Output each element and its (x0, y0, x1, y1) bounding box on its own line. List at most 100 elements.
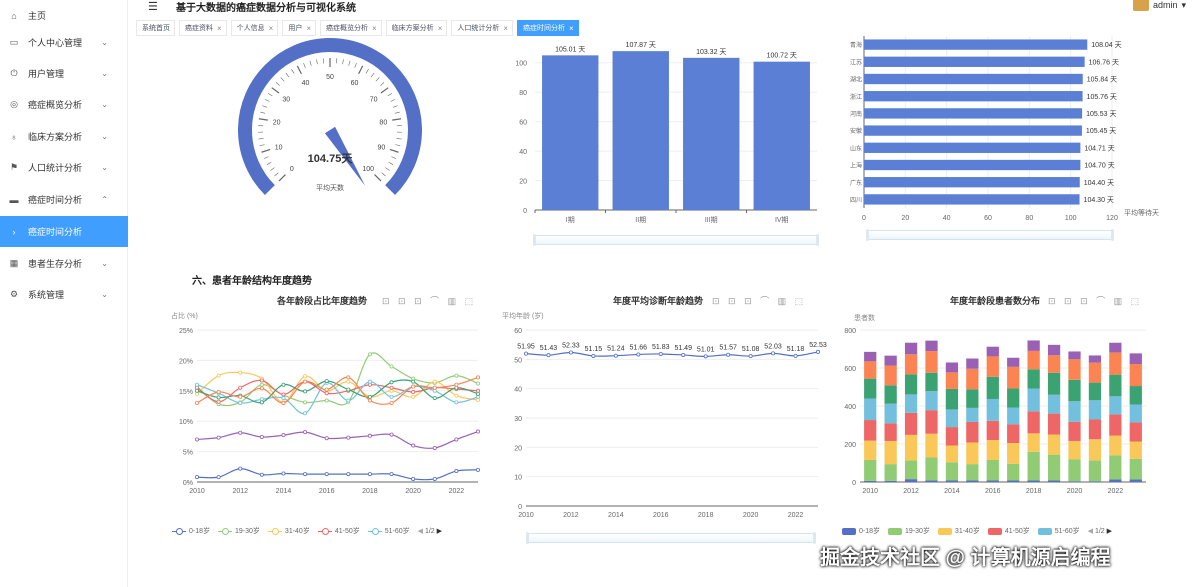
bar-segment (925, 480, 938, 482)
data-zoom-slider[interactable] (526, 532, 816, 544)
bar-segment (864, 440, 877, 460)
legend-item[interactable]: 41-50岁 (317, 526, 360, 536)
x-tick-label: III期 (705, 216, 718, 224)
bar-segment (1109, 352, 1122, 375)
gauge-tick (285, 72, 290, 78)
gauge-tick (388, 162, 394, 165)
legend-item[interactable]: 19-30岁 (888, 526, 930, 536)
data-point (324, 387, 329, 392)
bar-segment (1109, 342, 1122, 353)
bar-segment (1088, 481, 1102, 482)
x-tick-label: 2012 (232, 488, 248, 495)
gauge-title: 平均天数 (316, 183, 344, 192)
sidebar-item[interactable]: ⏻ 用户管理 ⌄ (0, 58, 128, 89)
region-bar-panel: 0 20 40 60 80 100 120 108.04 天 青海 106.76 天 江苏 105.8… (840, 36, 1180, 248)
x-tick-label: 2022 (788, 512, 804, 519)
menu-toggle-icon[interactable]: ☰ (148, 0, 158, 13)
bar-segment (1088, 355, 1102, 363)
sidebar-item[interactable]: ◎ 癌症概览分析 ⌄ (0, 89, 128, 120)
chart-toolbox[interactable]: ⊡ ⊡ ⊡ ⌒ ▥ ⬚ (712, 294, 806, 307)
legend-prev-icon[interactable]: ◀ (1088, 528, 1095, 535)
sidebar-item-label: 个人中心管理 (28, 38, 83, 48)
legend-item[interactable]: 51-60岁 (1037, 526, 1080, 536)
chart-title: 各年龄段占比年度趋势 (277, 296, 368, 306)
legend-item[interactable]: 0-18岁 (842, 526, 880, 536)
legend-marker (267, 527, 282, 535)
data-point (367, 398, 372, 403)
bar-segment (925, 457, 938, 481)
close-icon[interactable]: × (438, 24, 443, 33)
y-tick-label: 河南 (850, 110, 862, 118)
sidebar-item[interactable]: ▬ 癌症时间分析 ⌃ (0, 184, 128, 215)
legend-marker (987, 527, 1002, 535)
gauge-tick-label: 80 (379, 120, 387, 127)
legend-item[interactable]: 19-30岁 (218, 526, 260, 536)
bar-segment (1027, 451, 1040, 481)
chevron-icon: ⌄ (101, 100, 108, 109)
tab[interactable]: 癌症概览分析 × (320, 20, 382, 36)
legend-pager[interactable]: ◀ 1/2 ▶ (418, 527, 442, 535)
legend-item[interactable]: 31-40岁 (267, 526, 310, 536)
close-icon[interactable]: × (372, 24, 377, 33)
gauge-tick (354, 62, 357, 68)
tab[interactable]: 癌症时间分析 × (517, 20, 579, 36)
gauge-tick (278, 174, 286, 182)
data-point (281, 382, 286, 387)
bar-label: 103.32 天 (696, 48, 726, 56)
tab[interactable]: 人口统计分析 × (451, 20, 514, 36)
data-point (546, 353, 551, 358)
close-icon[interactable]: × (217, 24, 222, 33)
data-point (389, 364, 394, 369)
y-tick-label: 10% (179, 419, 193, 426)
sidebar-item[interactable]: ⚑ 人口统计分析 ⌄ (0, 152, 128, 183)
sidebar-item[interactable]: ♁ 临床方案分析 ⌄ (0, 121, 128, 152)
close-icon[interactable]: × (306, 24, 311, 33)
bar-segment (1109, 435, 1122, 456)
legend-prev-icon[interactable]: ◀ (418, 528, 425, 535)
legend-item[interactable]: 51-60岁 (367, 526, 410, 536)
tab[interactable]: 癌症资料 × (179, 20, 227, 36)
gauge-tick (392, 118, 402, 121)
sidebar-item-label: 患者生存分析 (28, 259, 83, 269)
bar-segment (1088, 362, 1102, 383)
tab[interactable]: 个人信息 × (230, 20, 279, 36)
bar-segment (1088, 460, 1102, 482)
user-menu[interactable]: admin ▾ (1132, 0, 1186, 11)
tab[interactable]: 临床方案分析 × (385, 20, 448, 36)
close-icon[interactable]: × (503, 24, 508, 33)
data-zoom-slider[interactable] (866, 229, 1114, 241)
chart-toolbox[interactable]: ⊡ ⊡ ⊡ ⌒ ▥ ⬚ (1048, 294, 1142, 307)
tab[interactable]: 系统首页 (136, 20, 175, 36)
gauge-tick (394, 111, 400, 114)
sidebar-item[interactable]: › 癌症时间分析 (0, 216, 128, 247)
legend-item[interactable]: 41-50岁 (987, 526, 1030, 536)
sidebar-item[interactable]: ▭ 个人中心管理 ⌄ (0, 27, 128, 58)
y-tick-label: 浙江 (850, 93, 862, 101)
legend-next-icon[interactable]: ▶ (435, 528, 442, 535)
gauge-tick (271, 87, 280, 94)
close-icon[interactable]: × (269, 24, 274, 33)
data-point (411, 476, 416, 481)
sidebar-item[interactable]: ⚙ 系统管理 ⌄ (0, 279, 128, 310)
legend-pager[interactable]: ◀ 1/2 ▶ (1088, 527, 1112, 535)
data-point (568, 350, 573, 355)
bar-segment (1007, 366, 1020, 389)
x-tick-label: 2018 (1026, 488, 1042, 495)
gauge-tick-label: 20 (273, 120, 281, 127)
bar-segment (1027, 340, 1040, 351)
legend-item[interactable]: 0-18岁 (172, 526, 210, 536)
stage-bar-chart: 0 20 40 60 80 100 105.01 天 I期 107.87 天 II期 103.32 … (515, 41, 817, 224)
legend-item[interactable]: 31-40岁 (937, 526, 980, 536)
tab[interactable]: 用户 × (282, 20, 317, 36)
sidebar-item[interactable]: ▦ 患者生存分析 ⌄ (0, 248, 128, 279)
chart-toolbox[interactable]: ⊡ ⊡ ⊡ ⌒ ▥ ⬚ (382, 294, 476, 307)
bar-segment (986, 346, 999, 357)
data-zoom-slider[interactable] (533, 234, 819, 246)
data-point (454, 373, 459, 378)
age-count-stacked-bar-chart: 患者数 0 200 400 600 800 2010 2012 2014 2016 2018 2020… (844, 313, 1146, 495)
bar-segment (1007, 480, 1020, 482)
legend-next-icon[interactable]: ▶ (1105, 528, 1112, 535)
close-icon[interactable]: × (569, 24, 574, 33)
legend-label: 0-18岁 (859, 528, 881, 535)
gauge-tick (342, 59, 344, 65)
